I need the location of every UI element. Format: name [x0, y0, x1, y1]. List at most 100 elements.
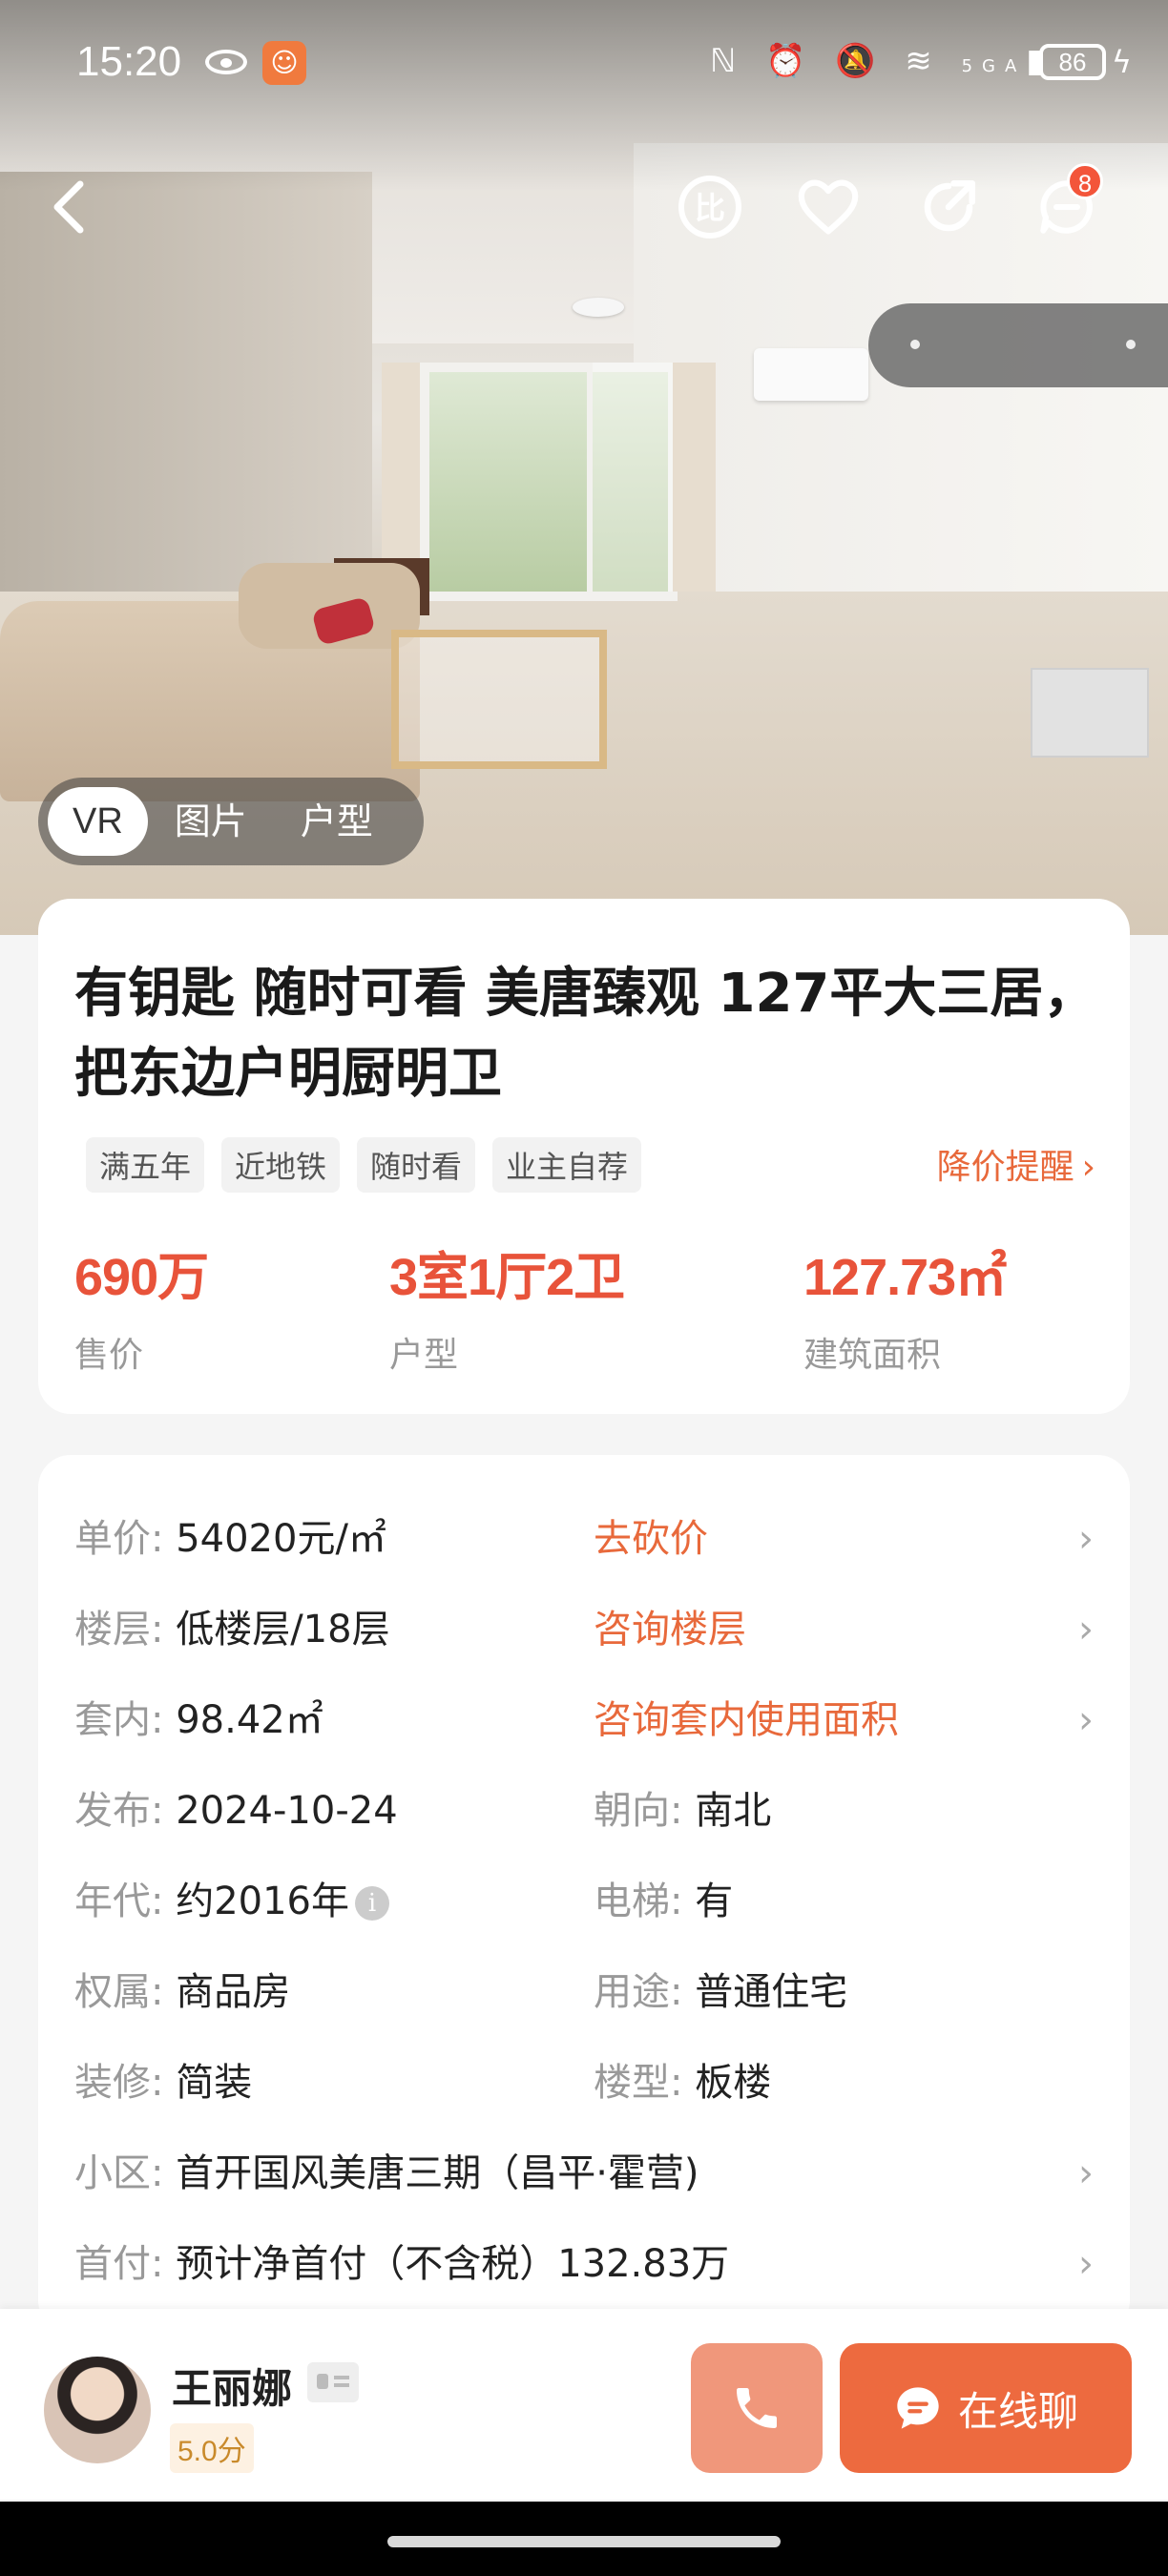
status-bar: 15:20 ☺ ℕ ⏰ 🔕 ≋ 5GA▮ 86 ϟ [0, 29, 1168, 105]
chat-bubble-icon [897, 2387, 939, 2429]
app-notification-icon: ☺ [262, 41, 306, 85]
photo-ceiling-lamp [573, 298, 624, 317]
photo-curtain [382, 363, 425, 582]
tab-photos[interactable]: 图片 [148, 787, 274, 856]
detail-value: 约2016年 [176, 1880, 349, 1923]
detail-key: 用途: [594, 1970, 683, 2014]
network-label: 5GA [961, 56, 1027, 76]
detail-era: 年代: 约2016年 i [74, 1873, 389, 1930]
info-icon[interactable]: i [355, 1886, 389, 1921]
agent-bar: 王丽娜 5.0分 在线聊 [0, 2309, 1168, 2500]
compare-icon: 比 [678, 176, 741, 239]
stat-layout: 3室1厅2卫 户型 [389, 1235, 625, 1377]
favorite-button[interactable] [788, 167, 868, 247]
detail-building-type: 楼型: 板楼 [594, 2054, 771, 2111]
detail-floor: 楼层: 低楼层/18层 [74, 1601, 390, 1658]
pill-dot [910, 340, 920, 349]
chevron-right-icon[interactable]: › [1078, 1510, 1097, 1568]
charging-icon: ϟ [1111, 44, 1132, 80]
detail-key: 装修: [74, 2061, 164, 2105]
pill-dot [1126, 340, 1136, 349]
detail-inner-area: 套内: 98.42㎡ [74, 1692, 323, 1749]
tab-floorplan[interactable]: 户型 [274, 787, 400, 856]
chevron-right-icon[interactable]: › [1078, 1601, 1097, 1658]
stat-value: 127.73㎡ [803, 1249, 1007, 1306]
share-icon [924, 179, 976, 232]
detail-key: 单价: [74, 1517, 164, 1561]
chevron-right-icon: › [1081, 1148, 1095, 1187]
detail-key: 发布: [74, 1789, 164, 1833]
ask-inner-area-link[interactable]: 咨询套内使用面积 [594, 1692, 899, 1749]
tag: 随时看 [357, 1137, 476, 1193]
message-count-badge: 8 [1067, 163, 1103, 199]
compare-button[interactable]: 比 [670, 167, 750, 247]
chevron-right-icon[interactable]: › [1078, 2145, 1097, 2202]
photo-coffee-table [391, 630, 607, 769]
tag: 满五年 [86, 1137, 205, 1193]
detail-key: 楼层: [74, 1608, 164, 1652]
tag-list: 满五年 近地铁 随时看 业主自荐 [86, 1137, 658, 1193]
share-button[interactable] [908, 167, 989, 247]
price-alert-label: 降价提醒 [936, 1148, 1074, 1187]
detail-elevator: 电梯: 有 [594, 1873, 733, 1930]
detail-value: 低楼层/18层 [176, 1608, 390, 1652]
ask-floor-link[interactable]: 咨询楼层 [594, 1601, 746, 1658]
chevron-right-icon[interactable]: › [1078, 2235, 1097, 2293]
detail-key: 小区: [74, 2151, 164, 2195]
price-drop-alert-link[interactable]: 降价提醒 › [937, 1139, 1095, 1189]
detail-key: 年代: [74, 1880, 164, 1923]
detail-value: 商品房 [176, 1970, 291, 2014]
detail-ownership: 权属: 商品房 [74, 1963, 290, 2021]
photo-balcony-door [587, 363, 678, 592]
detail-community[interactable]: 小区: 首开国风美唐三期（昌平·霍营) [74, 2145, 699, 2202]
agent-avatar[interactable] [44, 2357, 151, 2463]
home-indicator[interactable] [387, 2536, 781, 2547]
detail-orientation: 朝向: 南北 [594, 1782, 771, 1839]
detail-key: 朝向: [594, 1789, 683, 1833]
detail-usage: 用途: 普通住宅 [594, 1963, 847, 2021]
stat-label: 户型 [389, 1336, 459, 1375]
photo-wall-panel [1031, 668, 1149, 758]
photo-curtain [673, 363, 716, 592]
chat-button-label: 在线聊 [957, 2387, 1078, 2435]
floating-overlay-pill[interactable] [868, 303, 1168, 387]
stat-area: 127.73㎡ 建筑面积 [803, 1235, 1007, 1377]
tab-vr[interactable]: VR [48, 787, 148, 856]
agent-score: 5.0分 [170, 2423, 254, 2473]
detail-key: 权属: [74, 1970, 164, 2014]
detail-value: 预计净首付（不含税）132.83万 [176, 2242, 730, 2286]
detail-value: 有 [695, 1880, 734, 1923]
stat-price: 690万 售价 [74, 1235, 209, 1377]
system-nav-bar [0, 2502, 1168, 2576]
summary-card: 有钥匙 随时可看 美唐臻观 127平大三居，把东边户明厨明卫 满五年 近地铁 随… [38, 899, 1130, 1414]
stat-label: 售价 [74, 1336, 144, 1375]
business-card-icon[interactable] [307, 2362, 359, 2402]
detail-key: 楼型: [594, 2061, 683, 2105]
detail-key: 套内: [74, 1698, 164, 1742]
back-button[interactable] [29, 167, 109, 247]
chevron-right-icon[interactable]: › [1078, 1692, 1097, 1749]
stat-label: 建筑面积 [803, 1336, 942, 1375]
detail-decoration: 装修: 简装 [74, 2054, 252, 2111]
details-card: 单价: 54020元/㎡ 去砍价 › 楼层: 低楼层/18层 咨询楼层 › 套内… [38, 1455, 1130, 2333]
message-button[interactable]: 8 [1027, 163, 1107, 247]
eye-icon [205, 50, 247, 74]
listing-title: 有钥匙 随时可看 美唐臻观 127平大三居，把东边户明厨明卫 [74, 963, 1097, 1105]
detail-key: 电梯: [594, 1880, 683, 1923]
bargain-link[interactable]: 去砍价 [594, 1510, 708, 1568]
agent-name[interactable]: 王丽娜 [172, 2357, 292, 2415]
detail-value: 98.42㎡ [176, 1698, 323, 1742]
online-chat-button[interactable]: 在线聊 [840, 2343, 1132, 2473]
back-arrow-icon [53, 180, 84, 234]
stat-value: 3室1厅2卫 [389, 1249, 625, 1306]
detail-key: 首付: [74, 2242, 164, 2286]
detail-value: 2024-10-24 [176, 1789, 398, 1833]
heart-icon [798, 179, 859, 235]
call-button[interactable] [691, 2343, 823, 2473]
phone-icon [737, 2388, 777, 2428]
detail-value: 54020元/㎡ [176, 1517, 386, 1561]
detail-unit-price: 单价: 54020元/㎡ [74, 1510, 386, 1568]
media-tabs: VR 图片 户型 [38, 778, 424, 865]
detail-down-payment[interactable]: 首付: 预计净首付（不含税）132.83万 [74, 2235, 729, 2293]
status-icons: ℕ ⏰ 🔕 ≋ 5GA▮ [709, 42, 1053, 80]
